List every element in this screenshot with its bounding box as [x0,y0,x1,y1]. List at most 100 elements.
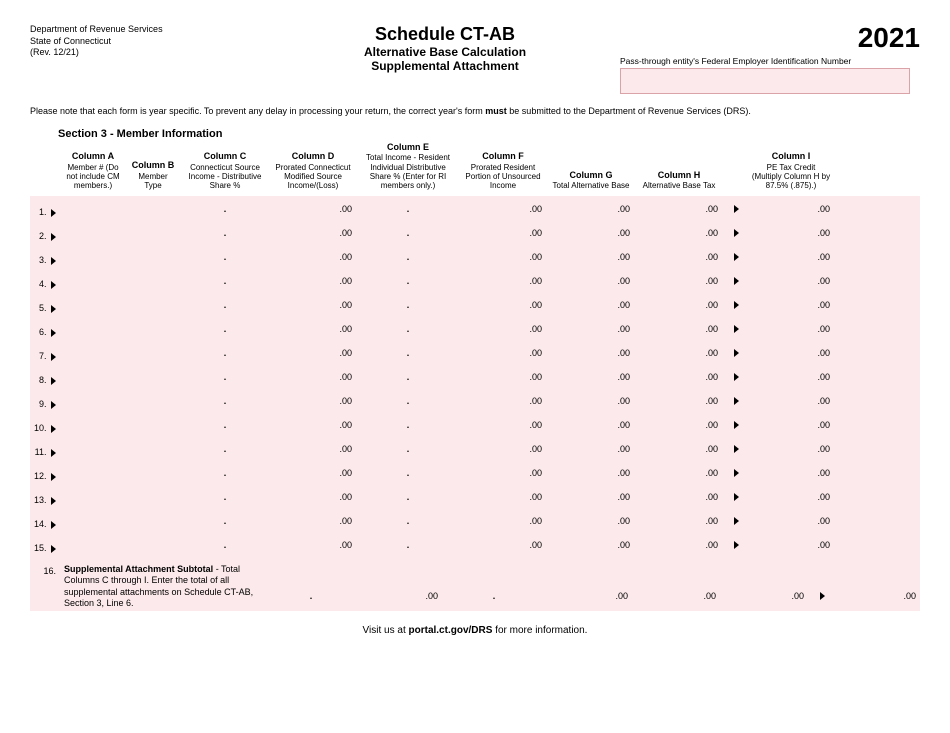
row-12-col-g[interactable]: .00 [550,464,632,482]
row-1-col-a[interactable] [64,200,122,218]
row-9-col-i[interactable]: .00 [750,392,832,410]
row-11-col-a[interactable] [64,440,122,458]
row-2-col-a[interactable] [64,224,122,242]
row-15-col-d[interactable]: .00 [272,536,354,554]
row-3-col-e[interactable]: . [360,248,456,266]
row-15-col-b[interactable] [128,536,178,554]
row-7-col-a[interactable] [64,344,122,362]
row-7-col-d[interactable]: .00 [272,344,354,362]
row-10-col-c[interactable]: . [184,416,266,434]
row-10-col-e[interactable]: . [360,416,456,434]
row-13-col-e[interactable]: . [360,488,456,506]
row-12-col-d[interactable]: .00 [272,464,354,482]
row-13-col-h[interactable]: .00 [638,488,720,506]
row-3-col-i[interactable]: .00 [750,248,832,266]
row-14-col-f[interactable]: .00 [462,512,544,530]
row-10-col-f[interactable]: .00 [462,416,544,434]
row-1-col-c[interactable]: . [184,200,266,218]
row-12-col-c[interactable]: . [184,464,266,482]
row-2-col-h[interactable]: .00 [638,224,720,242]
row-14-col-b[interactable] [128,512,178,530]
row-3-col-f[interactable]: .00 [462,248,544,266]
row-7-col-h[interactable]: .00 [638,344,720,362]
row-6-col-d[interactable]: .00 [272,320,354,338]
row-2-col-d[interactable]: .00 [272,224,354,242]
row-1-col-i[interactable]: .00 [750,200,832,218]
row-14-col-h[interactable]: .00 [638,512,720,530]
row-12-col-a[interactable] [64,464,122,482]
row-10-col-g[interactable]: .00 [550,416,632,434]
row-5-col-i[interactable]: .00 [750,296,832,314]
row-9-col-a[interactable] [64,392,122,410]
row-9-col-c[interactable]: . [184,392,266,410]
row-7-col-g[interactable]: .00 [550,344,632,362]
row-1-col-h[interactable]: .00 [638,200,720,218]
row-6-col-c[interactable]: . [184,320,266,338]
row-5-col-b[interactable] [128,296,178,314]
row-5-col-g[interactable]: .00 [550,296,632,314]
row-9-col-h[interactable]: .00 [638,392,720,410]
row-6-col-a[interactable] [64,320,122,338]
subtotal-col-i[interactable]: .00 [836,587,918,605]
row-8-col-g[interactable]: .00 [550,368,632,386]
row-8-col-i[interactable]: .00 [750,368,832,386]
row-1-col-b[interactable] [128,200,178,218]
row-10-col-a[interactable] [64,416,122,434]
row-1-col-g[interactable]: .00 [550,200,632,218]
row-8-col-e[interactable]: . [360,368,456,386]
row-11-col-i[interactable]: .00 [750,440,832,458]
row-13-col-g[interactable]: .00 [550,488,632,506]
row-4-col-a[interactable] [64,272,122,290]
row-10-col-i[interactable]: .00 [750,416,832,434]
row-6-col-f[interactable]: .00 [462,320,544,338]
row-2-col-i[interactable]: .00 [750,224,832,242]
row-13-col-b[interactable] [128,488,178,506]
row-12-col-f[interactable]: .00 [462,464,544,482]
row-4-col-b[interactable] [128,272,178,290]
row-8-col-b[interactable] [128,368,178,386]
subtotal-col-c[interactable]: . [270,587,352,605]
row-6-col-h[interactable]: .00 [638,320,720,338]
subtotal-col-d[interactable]: .00 [358,587,440,605]
subtotal-col-f[interactable]: .00 [548,587,630,605]
row-11-col-g[interactable]: .00 [550,440,632,458]
row-14-col-i[interactable]: .00 [750,512,832,530]
row-12-col-e[interactable]: . [360,464,456,482]
row-4-col-e[interactable]: . [360,272,456,290]
row-2-col-b[interactable] [128,224,178,242]
row-4-col-h[interactable]: .00 [638,272,720,290]
row-9-col-g[interactable]: .00 [550,392,632,410]
row-4-col-g[interactable]: .00 [550,272,632,290]
row-15-col-f[interactable]: .00 [462,536,544,554]
row-5-col-f[interactable]: .00 [462,296,544,314]
row-12-col-h[interactable]: .00 [638,464,720,482]
row-8-col-h[interactable]: .00 [638,368,720,386]
subtotal-col-h[interactable]: .00 [724,587,806,605]
row-9-col-e[interactable]: . [360,392,456,410]
row-11-col-h[interactable]: .00 [638,440,720,458]
row-14-col-g[interactable]: .00 [550,512,632,530]
subtotal-col-g[interactable]: .00 [636,587,718,605]
row-13-col-i[interactable]: .00 [750,488,832,506]
row-15-col-a[interactable] [64,536,122,554]
row-3-col-g[interactable]: .00 [550,248,632,266]
row-10-col-b[interactable] [128,416,178,434]
row-6-col-e[interactable]: . [360,320,456,338]
row-3-col-b[interactable] [128,248,178,266]
row-5-col-h[interactable]: .00 [638,296,720,314]
row-14-col-e[interactable]: . [360,512,456,530]
row-4-col-f[interactable]: .00 [462,272,544,290]
row-2-col-g[interactable]: .00 [550,224,632,242]
row-12-col-i[interactable]: .00 [750,464,832,482]
subtotal-col-e[interactable]: . [446,587,542,605]
row-9-col-f[interactable]: .00 [462,392,544,410]
row-7-col-b[interactable] [128,344,178,362]
row-7-col-i[interactable]: .00 [750,344,832,362]
row-3-col-d[interactable]: .00 [272,248,354,266]
row-15-col-g[interactable]: .00 [550,536,632,554]
row-11-col-c[interactable]: . [184,440,266,458]
row-6-col-g[interactable]: .00 [550,320,632,338]
row-13-col-f[interactable]: .00 [462,488,544,506]
row-12-col-b[interactable] [128,464,178,482]
fein-input[interactable] [620,68,910,94]
